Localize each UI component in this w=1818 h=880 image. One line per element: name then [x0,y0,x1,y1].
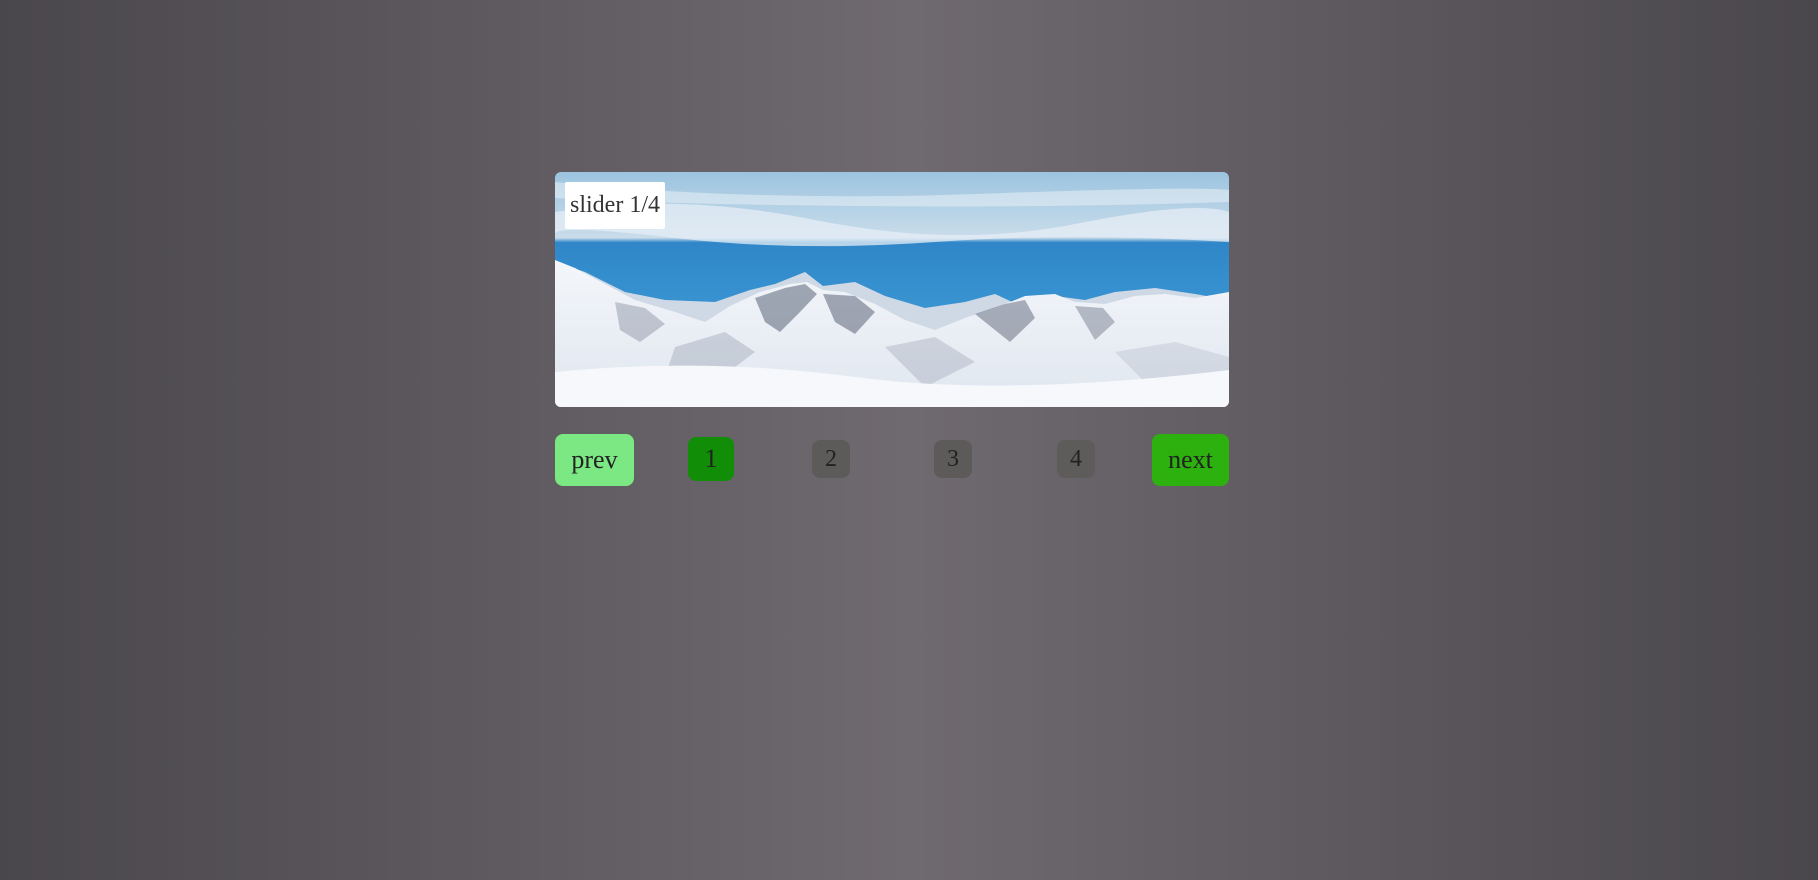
next-button[interactable]: next [1152,434,1229,486]
page-dot-2[interactable]: 2 [812,440,850,478]
page-dot-1[interactable]: 1 [688,437,734,481]
slider-controls: prev 1 2 3 4 next [555,434,1229,486]
slide-caption: slider 1/4 [565,182,665,229]
page-dot-3[interactable]: 3 [934,440,972,478]
prev-button[interactable]: prev [555,434,634,486]
slider-frame: slider 1/4 [555,172,1229,407]
page-dot-4[interactable]: 4 [1057,440,1095,478]
